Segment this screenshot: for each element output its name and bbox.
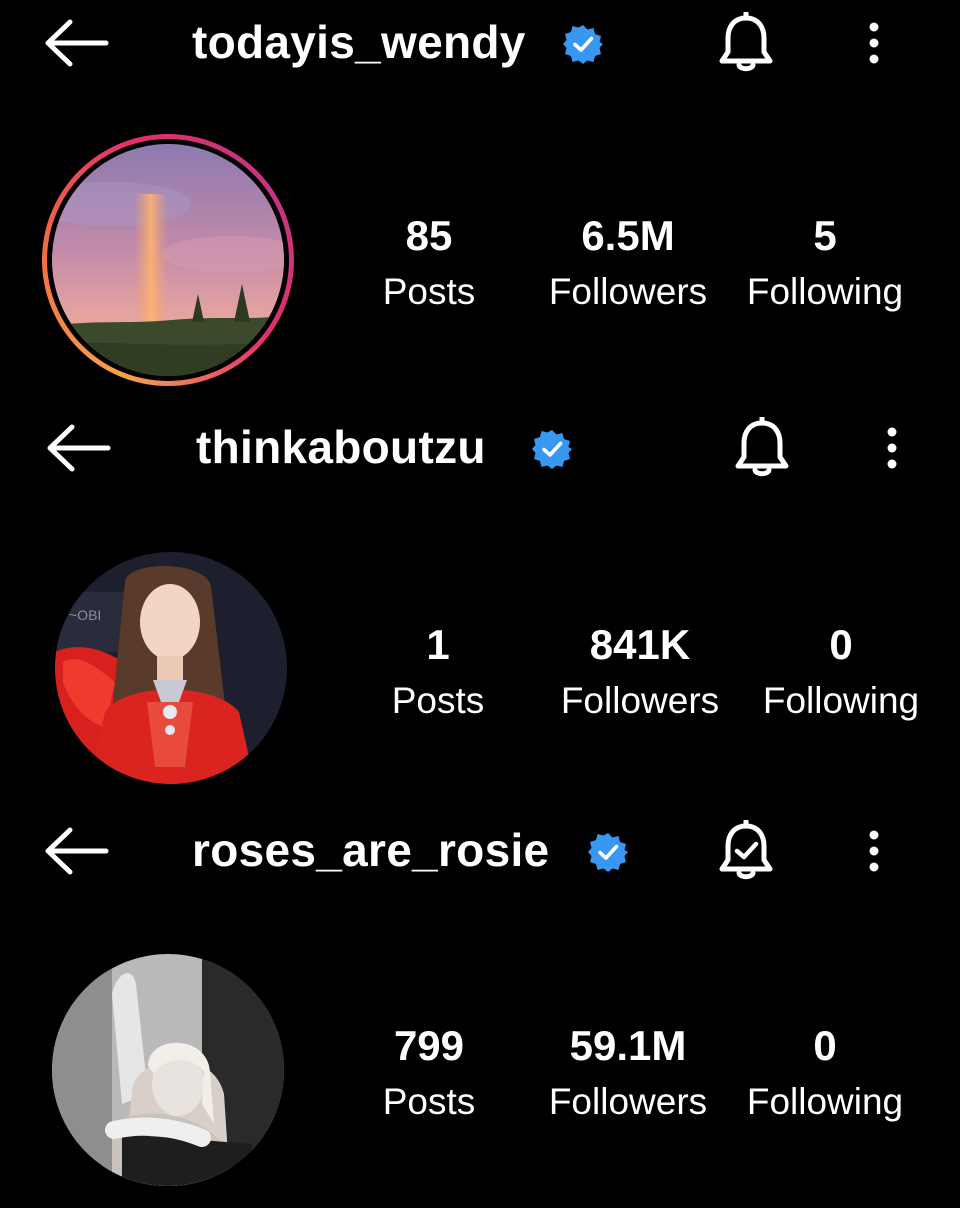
- profile-header: roses_are_rosie: [0, 808, 960, 898]
- username: todayis_wendy: [192, 16, 526, 68]
- verified-badge-icon: [532, 430, 572, 469]
- stat-followers[interactable]: 6.5M Followers: [543, 212, 713, 316]
- more-options-icon[interactable]: [862, 826, 886, 876]
- username: roses_are_rosie: [192, 824, 550, 876]
- stat-label: Posts: [391, 680, 485, 721]
- stat-value: 85: [405, 212, 453, 259]
- stat-following[interactable]: 0 Following: [756, 621, 926, 725]
- more-options-icon[interactable]: [880, 423, 904, 473]
- bell-icon[interactable]: [716, 12, 776, 74]
- bell-check-icon[interactable]: [716, 820, 776, 882]
- stat-label: Following: [746, 1081, 904, 1122]
- stat-followers[interactable]: 59.1M Followers: [543, 1022, 713, 1126]
- stat-following[interactable]: 0 Following: [740, 1022, 910, 1126]
- stat-posts[interactable]: 1 Posts: [353, 621, 523, 725]
- profile-panel-rosie: roses_are_rosie 799 Posts 59.1M Follower…: [0, 808, 960, 1208]
- stat-label: Posts: [382, 1081, 476, 1122]
- stat-label: Posts: [382, 271, 476, 312]
- profile-header: todayis_wendy: [0, 0, 960, 90]
- stat-label: Followers: [548, 1081, 708, 1122]
- stat-label: Followers: [560, 680, 720, 721]
- stat-value: 0: [813, 1022, 837, 1069]
- profile-panel-wendy: todayis_wendy 85 Posts 6.5M Followers 5 …: [0, 0, 960, 400]
- stat-value: 0: [829, 621, 853, 668]
- stat-value: 841K: [589, 621, 691, 668]
- verified-badge-icon: [563, 25, 603, 64]
- back-arrow-icon[interactable]: [40, 18, 110, 68]
- verified-badge-icon: [588, 833, 628, 872]
- avatar[interactable]: ~OBI: [55, 552, 287, 784]
- bell-icon[interactable]: [732, 417, 792, 479]
- stat-value: 6.5M: [581, 212, 675, 259]
- back-arrow-icon[interactable]: [42, 423, 112, 473]
- more-options-icon[interactable]: [862, 18, 886, 68]
- stat-value: 1: [426, 621, 450, 668]
- back-arrow-icon[interactable]: [40, 826, 110, 876]
- stat-followers[interactable]: 841K Followers: [555, 621, 725, 725]
- avatar[interactable]: [52, 954, 284, 1186]
- stat-label: Followers: [548, 271, 708, 312]
- stat-posts[interactable]: 85 Posts: [344, 212, 514, 316]
- profile-panel-tzuyu: thinkaboutzu ~OBI 1 Posts 841K Followers…: [0, 405, 960, 805]
- stat-posts[interactable]: 799 Posts: [344, 1022, 514, 1126]
- stat-value: 5: [813, 212, 837, 259]
- stat-label: Following: [746, 271, 904, 312]
- stat-value: 59.1M: [569, 1022, 687, 1069]
- avatar[interactable]: [52, 144, 284, 376]
- stat-label: Following: [762, 680, 920, 721]
- stat-value: 799: [393, 1022, 465, 1069]
- stat-following[interactable]: 5 Following: [740, 212, 910, 316]
- username: thinkaboutzu: [196, 421, 486, 473]
- profile-header: thinkaboutzu: [0, 405, 960, 495]
- svg-text:~OBI: ~OBI: [69, 607, 101, 623]
